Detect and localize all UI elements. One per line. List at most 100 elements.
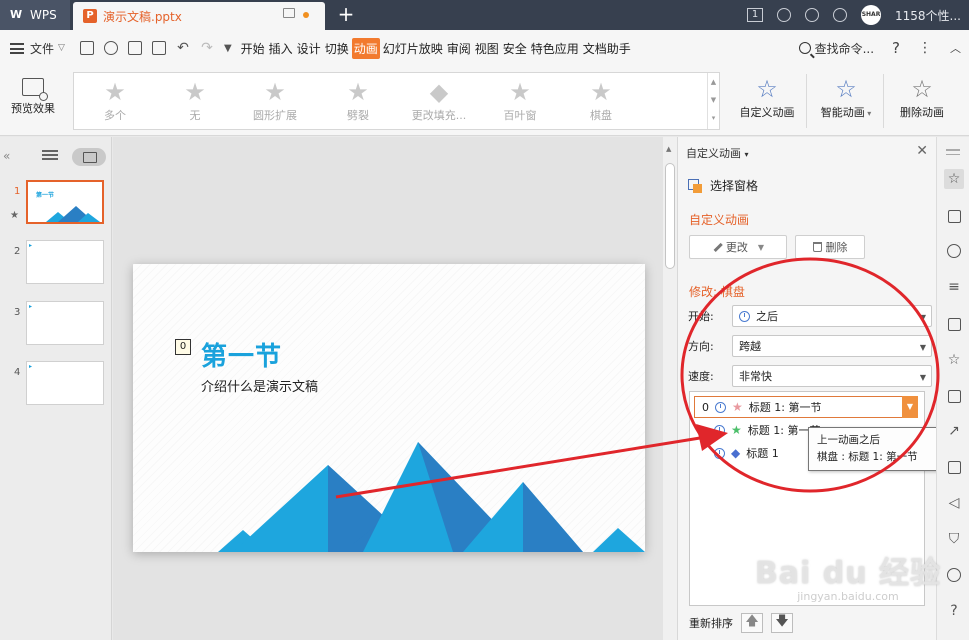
print-preview-icon[interactable] [151, 41, 166, 55]
slide-thumbnail-image[interactable]: ▸ [26, 240, 104, 284]
file-menu[interactable]: 文件 [30, 40, 54, 57]
outline-view-icon[interactable] [42, 150, 58, 162]
hamburger-icon[interactable] [10, 42, 24, 54]
redo-icon[interactable]: ↷ [200, 40, 214, 56]
smart-animation-button[interactable]: ☆ 智能动画 ▾ [814, 74, 878, 120]
copy-icon[interactable] [944, 206, 964, 226]
slide-thumbnail-image[interactable]: 第一节 [26, 180, 104, 224]
menu-bar: 文件 ▽ ↶ ↷ ▼ 开始 插入 设计 切换 动画 幻灯片放映 审阅 视图 安全… [0, 30, 969, 66]
picture-icon[interactable] [944, 314, 964, 334]
audio-icon[interactable]: ◁ [944, 493, 964, 513]
delete-animation-button[interactable]: ☆ 删除动画 [893, 74, 951, 120]
help-icon[interactable]: ? [892, 39, 900, 57]
archive-icon[interactable] [944, 386, 964, 406]
animation-item-text: 标题 1 [746, 447, 779, 460]
menu-design[interactable]: 设计 [296, 38, 322, 59]
slide-subtitle[interactable]: 介绍什么是演示文稿 [201, 376, 318, 395]
menu-special-apps[interactable]: 特色应用 [530, 38, 580, 59]
document-tab[interactable]: P 演示文稿.pptx [73, 2, 325, 30]
more-icon[interactable]: ⋮ [918, 40, 932, 56]
slide-thumbnail-image[interactable]: ▸ [26, 361, 104, 405]
avatar[interactable]: SHAR [861, 5, 882, 25]
slide-thumbnail[interactable]: 4 ▸ [0, 361, 112, 411]
menu-review[interactable]: 审阅 [446, 38, 472, 59]
custom-animation-button[interactable]: ☆ 自定义动画 [735, 74, 799, 120]
slide-marker-icon: ▸ [29, 363, 33, 370]
custom-animation-label: 自定义动画 [739, 106, 795, 119]
gallery-item-label: 更改填充... [411, 109, 467, 122]
animation-order-tag[interactable]: 0 [175, 339, 191, 355]
gallery-item-blinds[interactable]: ★ 百叶窗 [485, 77, 555, 123]
gallery-scrollbar[interactable]: ▲ ▼ ▾ [707, 73, 719, 129]
slides-view-toggle[interactable] [72, 148, 106, 166]
user-name[interactable]: 1158个性... [895, 7, 961, 24]
gallery-item-checkerboard[interactable]: ★ 棋盘 [566, 77, 636, 123]
undo-icon[interactable]: ↶ [176, 40, 190, 56]
more-commands-icon[interactable]: ▼ [224, 43, 232, 54]
sidebar-handle-icon[interactable] [946, 149, 960, 158]
window-count-badge[interactable]: 1 [747, 8, 764, 22]
gallery-item-change-fill[interactable]: ◆ 更改填充... [404, 77, 474, 123]
start-select[interactable]: 之后 ▼ [732, 305, 932, 327]
delete-button[interactable]: 删除 [795, 235, 865, 259]
menu-security[interactable]: 安全 [502, 38, 528, 59]
adjust-icon[interactable]: ≡ [944, 277, 964, 297]
star-icon[interactable]: ☆ [944, 350, 964, 370]
gallery-item-multiple[interactable]: ★ 多个 [80, 77, 150, 123]
gallery-item-split[interactable]: ★ 劈裂 [323, 77, 393, 123]
slide-thumbnail[interactable]: 1 ★ 第一节 [0, 180, 112, 230]
monitor-icon[interactable] [283, 8, 295, 18]
new-tab-button[interactable]: + [336, 3, 356, 25]
scrollbar-thumb[interactable] [665, 163, 675, 269]
speed-select[interactable]: 非常快 ▼ [732, 365, 932, 387]
scroll-up-icon[interactable]: ▲ [666, 145, 671, 153]
menu-transition[interactable]: 切换 [324, 38, 350, 59]
skin-icon[interactable] [805, 8, 820, 22]
direction-select[interactable]: 跨越 ▼ [732, 335, 932, 357]
move-down-button[interactable]: 🡇 [771, 613, 793, 633]
gallery-item-circle[interactable]: ★ 圆形扩展 [240, 77, 310, 123]
watermark: Bai du 经验 jingyan.baidu.com [748, 548, 948, 603]
animation-star-icon: ★ [10, 210, 19, 221]
move-up-button[interactable]: 🡅 [741, 613, 763, 633]
format-painter-icon[interactable] [103, 41, 118, 55]
menu-view[interactable]: 视图 [474, 38, 500, 59]
sync-icon[interactable] [777, 8, 792, 22]
change-button[interactable]: 更改 ▼ [689, 235, 787, 259]
wps-home-tab[interactable]: W WPS [0, 0, 70, 30]
slide-thumbnail[interactable]: 3 ▸ [0, 301, 112, 351]
preview-effect-button[interactable]: 预览效果 [5, 74, 61, 130]
list-item[interactable]: 0 ★ 标题 1: 第一节 ▼ [694, 396, 918, 418]
menu-insert[interactable]: 插入 [268, 38, 294, 59]
gallery-item-none[interactable]: ★ 无 [160, 77, 230, 123]
save-icon[interactable] [79, 41, 94, 55]
slide-thumbnail[interactable]: 2 ▸ [0, 240, 112, 290]
slide-editor: 0 第一节 介绍什么是演示文稿 [113, 137, 663, 640]
collapse-ribbon-icon[interactable]: ︿ [950, 40, 961, 56]
print-icon[interactable] [127, 41, 142, 55]
pane-title-dropdown[interactable]: 自定义动画 ▾ [686, 145, 749, 161]
selection-pane-link[interactable]: 选择窗格 [688, 177, 758, 194]
menu-home[interactable]: 开始 [240, 38, 266, 59]
bell-icon[interactable] [833, 8, 848, 22]
menu-animation[interactable]: 动画 [351, 37, 380, 59]
help-circle-icon[interactable]: ? [944, 601, 964, 621]
menu-slideshow[interactable]: 幻灯片放映 [382, 38, 444, 59]
star-icon: ★ [347, 78, 369, 106]
custom-animation-star-icon[interactable]: ☆ [944, 169, 964, 189]
close-icon[interactable]: ✕ [916, 143, 928, 159]
shapes-icon[interactable] [944, 241, 964, 261]
chevron-down-icon[interactable]: ▽ [58, 43, 65, 53]
command-search[interactable]: 查找命令... [798, 40, 874, 57]
share-icon[interactable]: ↗ [944, 421, 964, 441]
chevron-down-icon[interactable]: ▼ [902, 396, 918, 418]
slide-thumbnail-image[interactable]: ▸ [26, 301, 104, 345]
menu-doc-assistant[interactable]: 文档助手 [582, 38, 632, 59]
shield-icon[interactable]: ⛉ [944, 529, 964, 549]
slide-title[interactable]: 第一节 [201, 336, 282, 373]
slide-canvas[interactable]: 0 第一节 介绍什么是演示文稿 [133, 264, 645, 552]
collapse-pane-icon[interactable]: « [3, 149, 10, 163]
editor-scrollbar[interactable]: ▲ [663, 137, 677, 640]
image-icon[interactable] [944, 457, 964, 477]
slide-thumbnail-pane: « 1 ★ 第一节 2 ▸ 3 ▸ 4 ▸ [0, 137, 112, 640]
